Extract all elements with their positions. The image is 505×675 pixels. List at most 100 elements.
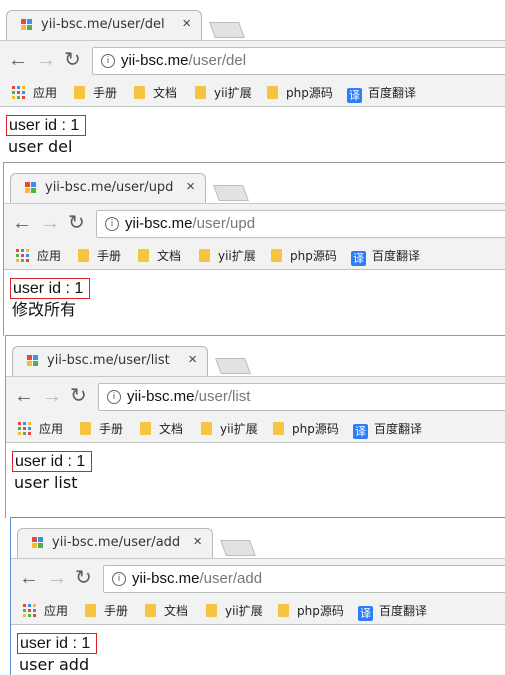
url-path: /user/upd bbox=[192, 215, 256, 232]
new-tab-button[interactable] bbox=[215, 358, 251, 374]
user-action-text: 修改所有 bbox=[12, 300, 77, 319]
bookmark-translate[interactable]: 译百度翻译 bbox=[351, 247, 420, 266]
folder-icon bbox=[201, 422, 212, 435]
close-tab-icon[interactable]: × bbox=[186, 178, 195, 195]
forward-arrow-icon[interactable]: → bbox=[40, 212, 60, 234]
bookmark-translate[interactable]: 译百度翻译 bbox=[358, 602, 427, 621]
bookmark-apps[interactable]: 应用 bbox=[23, 602, 68, 619]
address-bar[interactable]: i yii-bsc.me/user/del bbox=[92, 47, 505, 75]
bookmark-manual[interactable]: 手册 bbox=[80, 420, 123, 437]
bookmark-translate[interactable]: 译百度翻译 bbox=[353, 420, 422, 439]
info-icon[interactable]: i bbox=[112, 572, 126, 586]
address-bar[interactable]: i yii-bsc.me/user/add bbox=[103, 565, 505, 593]
browser-tab[interactable]: yii-bsc.me/user/upd × bbox=[10, 173, 206, 203]
toolbar: ← → ↻ i yii-bsc.me/user/del bbox=[0, 40, 505, 81]
bookmark-label: 手册 bbox=[99, 422, 124, 436]
info-icon[interactable]: i bbox=[101, 54, 115, 68]
folder-icon bbox=[140, 422, 151, 435]
url-text: yii-bsc.me/user/del bbox=[121, 52, 246, 69]
back-arrow-icon[interactable]: ← bbox=[8, 49, 28, 71]
bookmark-docs[interactable]: 文档 bbox=[138, 247, 181, 264]
toolbar: ← → ↻ i yii-bsc.me/user/upd bbox=[4, 203, 505, 244]
address-bar[interactable]: i yii-bsc.me/user/list bbox=[98, 383, 505, 411]
browser-window: yii-bsc.me/user/list × ← → ↻ i yii-bsc.m… bbox=[5, 335, 505, 518]
bookmark-yii-ext[interactable]: yii扩展 bbox=[206, 602, 263, 619]
url-text: yii-bsc.me/user/add bbox=[132, 570, 262, 587]
reload-icon[interactable]: ↻ bbox=[75, 567, 92, 589]
bookmark-php-src[interactable]: php源码 bbox=[273, 420, 339, 437]
tab-strip: yii-bsc.me/user/del × bbox=[0, 0, 505, 40]
new-tab-button[interactable] bbox=[209, 22, 245, 38]
folder-icon bbox=[273, 422, 284, 435]
bookmark-label: 手册 bbox=[104, 604, 129, 618]
bookmark-translate[interactable]: 译百度翻译 bbox=[347, 84, 416, 103]
url-text: yii-bsc.me/user/upd bbox=[125, 215, 255, 232]
new-tab-button[interactable] bbox=[220, 540, 256, 556]
apps-grid-icon bbox=[16, 249, 29, 262]
url-path: /user/list bbox=[194, 388, 251, 405]
favicon-icon bbox=[27, 355, 39, 367]
reload-icon[interactable]: ↻ bbox=[64, 49, 81, 71]
url-text: yii-bsc.me/user/list bbox=[127, 388, 250, 405]
new-tab-button[interactable] bbox=[213, 185, 249, 201]
info-icon[interactable]: i bbox=[107, 390, 121, 404]
translate-icon: 译 bbox=[347, 88, 362, 103]
bookmark-php-src[interactable]: php源码 bbox=[271, 247, 337, 264]
bookmark-yii-ext[interactable]: yii扩展 bbox=[201, 420, 258, 437]
tab-strip: yii-bsc.me/user/upd × bbox=[4, 163, 505, 203]
bookmark-apps[interactable]: 应用 bbox=[12, 84, 57, 101]
address-bar[interactable]: i yii-bsc.me/user/upd bbox=[96, 210, 505, 238]
bookmark-docs[interactable]: 文档 bbox=[145, 602, 188, 619]
folder-icon bbox=[145, 604, 156, 617]
bookmark-label: php源码 bbox=[292, 422, 339, 436]
bookmark-yii-ext[interactable]: yii扩展 bbox=[199, 247, 256, 264]
forward-arrow-icon[interactable]: → bbox=[47, 567, 67, 589]
bookmark-label: php源码 bbox=[286, 86, 333, 100]
url-host: yii-bsc.me bbox=[121, 52, 189, 69]
reload-icon[interactable]: ↻ bbox=[68, 212, 85, 234]
browser-tab[interactable]: yii-bsc.me/user/del × bbox=[6, 10, 202, 40]
bookmark-manual[interactable]: 手册 bbox=[74, 84, 117, 101]
browser-window: yii-bsc.me/user/del × ← → ↻ i yii-bsc.me… bbox=[0, 0, 505, 162]
folder-icon bbox=[267, 86, 278, 99]
user-action-text: user add bbox=[19, 655, 90, 674]
bookmark-label: 百度翻译 bbox=[372, 249, 421, 263]
close-tab-icon[interactable]: × bbox=[193, 533, 202, 550]
bookmark-label: 百度翻译 bbox=[379, 604, 428, 618]
bookmark-label: 文档 bbox=[159, 422, 184, 436]
back-arrow-icon[interactable]: ← bbox=[14, 385, 34, 407]
back-arrow-icon[interactable]: ← bbox=[19, 567, 39, 589]
forward-arrow-icon[interactable]: → bbox=[42, 385, 62, 407]
bookmark-yii-ext[interactable]: yii扩展 bbox=[195, 84, 252, 101]
bookmark-apps[interactable]: 应用 bbox=[16, 247, 61, 264]
bookmark-apps[interactable]: 应用 bbox=[18, 420, 63, 437]
tab-title: yii-bsc.me/user/del bbox=[41, 17, 165, 32]
bookmark-label: 百度翻译 bbox=[374, 422, 423, 436]
bookmark-manual[interactable]: 手册 bbox=[85, 602, 128, 619]
bookmark-label: 手册 bbox=[97, 249, 122, 263]
browser-tab[interactable]: yii-bsc.me/user/list × bbox=[12, 346, 208, 376]
bookmark-php-src[interactable]: php源码 bbox=[267, 84, 333, 101]
user-id-text: user id : 1 bbox=[17, 633, 98, 654]
back-arrow-icon[interactable]: ← bbox=[12, 212, 32, 234]
browser-tab[interactable]: yii-bsc.me/user/add × bbox=[17, 528, 213, 558]
info-icon[interactable]: i bbox=[105, 217, 119, 231]
close-tab-icon[interactable]: × bbox=[188, 351, 197, 368]
reload-icon[interactable]: ↻ bbox=[70, 385, 87, 407]
close-tab-icon[interactable]: × bbox=[182, 15, 191, 32]
folder-icon bbox=[278, 604, 289, 617]
bookmark-php-src[interactable]: php源码 bbox=[278, 602, 344, 619]
bookmark-docs[interactable]: 文档 bbox=[134, 84, 177, 101]
bookmark-manual[interactable]: 手册 bbox=[78, 247, 121, 264]
bookmarks-bar: 应用 手册 文档 yii扩展 php源码 译百度翻译 bbox=[0, 80, 505, 107]
tab-title: yii-bsc.me/user/upd bbox=[45, 180, 174, 195]
folder-icon bbox=[134, 86, 145, 99]
tab-title: yii-bsc.me/user/add bbox=[52, 535, 181, 550]
forward-arrow-icon[interactable]: → bbox=[36, 49, 56, 71]
folder-icon bbox=[199, 249, 210, 262]
favicon-icon bbox=[25, 182, 37, 194]
bookmark-docs[interactable]: 文档 bbox=[140, 420, 183, 437]
favicon-icon bbox=[32, 537, 44, 549]
folder-icon bbox=[138, 249, 149, 262]
apps-grid-icon bbox=[23, 604, 36, 617]
